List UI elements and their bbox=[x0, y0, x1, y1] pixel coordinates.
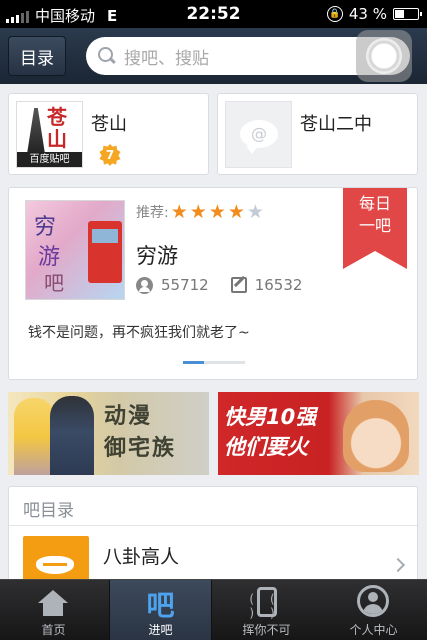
divider bbox=[9, 525, 417, 526]
posts-icon bbox=[230, 277, 247, 293]
tab-home[interactable]: 首页 bbox=[0, 580, 107, 640]
tab-label: 个人中心 bbox=[349, 623, 398, 637]
bus-illustration bbox=[88, 221, 122, 283]
star-icon: ★ bbox=[189, 201, 207, 223]
tab-bar: 首页 吧 进吧 挥你不可 个人中心 bbox=[0, 579, 427, 640]
banner-anime[interactable]: 动漫 御宅族 bbox=[8, 392, 209, 475]
rating-stars: ★ ★ ★ ★ ★ bbox=[170, 201, 264, 223]
chat-bubble-icon: @ bbox=[240, 120, 278, 154]
posts-count: 16532 bbox=[254, 276, 303, 294]
ribbon-line: 每日 bbox=[358, 194, 391, 213]
image-text: 吧 bbox=[44, 271, 64, 295]
anime-boy-illustration bbox=[50, 396, 94, 475]
banner-line: 快男10强 bbox=[224, 405, 317, 429]
members-icon bbox=[136, 276, 153, 294]
star-icon: ★ bbox=[246, 201, 264, 223]
chevron-right-icon bbox=[390, 557, 406, 573]
forum-logo: 苍山 百度贴吧 bbox=[16, 101, 83, 168]
star-icon: ★ bbox=[208, 201, 226, 223]
forum-logo-calligraphy: 苍山 bbox=[47, 105, 67, 151]
assistive-touch-icon bbox=[366, 38, 402, 74]
battery-icon bbox=[393, 8, 422, 20]
banner-text: 快男10强 他们要火 bbox=[224, 402, 316, 462]
anime-girl-illustration bbox=[14, 398, 54, 475]
singer-photo bbox=[343, 400, 409, 472]
forum-logo-caption: 百度贴吧 bbox=[17, 152, 82, 167]
directory-title: 吧目录 bbox=[23, 501, 74, 521]
banner-line: 他们要火 bbox=[224, 435, 308, 459]
search-icon bbox=[98, 47, 116, 65]
recommend-forum-image: 穷 游 吧 bbox=[25, 200, 125, 300]
recommend-label: 推荐: bbox=[136, 205, 169, 221]
rotation-lock-icon: 🔒 bbox=[326, 6, 343, 22]
banner-happy-boys[interactable]: 快男10强 他们要火 bbox=[218, 392, 419, 475]
phone-shake-icon bbox=[242, 587, 298, 620]
banner-line: 动漫 bbox=[104, 403, 153, 429]
daily-recommend-card[interactable]: 穷 游 吧 推荐: ★ ★ ★ ★ ★ 穷游 55712 16532 每日 一吧 钱不是… bbox=[8, 187, 418, 380]
page-indicator-active bbox=[183, 361, 204, 364]
star-icon: ★ bbox=[170, 201, 188, 223]
recommend-rating: 推荐: ★ ★ ★ ★ ★ bbox=[136, 202, 264, 222]
tab-enter-forum[interactable]: 吧 进吧 bbox=[109, 580, 212, 640]
status-bar: 中国移动 E 22:52 🔒 43 % bbox=[0, 0, 427, 28]
battery-fill bbox=[395, 10, 405, 18]
forum-tab-icon: 吧 bbox=[146, 589, 175, 622]
forum-name: 苍山二中 bbox=[300, 114, 372, 135]
directory-button[interactable]: 目录 bbox=[8, 36, 66, 76]
tab-label: 挥你不可 bbox=[242, 623, 291, 637]
status-right: 🔒 43 % bbox=[326, 5, 422, 23]
person-icon bbox=[357, 585, 389, 617]
forum-card-cangshan[interactable]: 苍山 百度贴吧 苍山 7 bbox=[8, 93, 209, 175]
search-placeholder: 搜吧、搜贴 bbox=[124, 48, 209, 69]
image-text: 穷 bbox=[34, 215, 57, 240]
tab-label: 首页 bbox=[41, 623, 66, 637]
members-count: 55712 bbox=[161, 276, 209, 294]
banner-text: 动漫 御宅族 bbox=[104, 400, 176, 464]
recommend-description: 钱不是问题，再不疯狂我们就老了~ bbox=[28, 325, 250, 341]
daily-ribbon: 每日 一吧 bbox=[343, 188, 407, 269]
recommend-stats: 55712 16532 bbox=[136, 276, 302, 294]
star-icon: ★ bbox=[227, 201, 245, 223]
level-badge: 7 bbox=[99, 144, 121, 166]
ribbon-line: 一吧 bbox=[358, 216, 391, 235]
tab-label: 进吧 bbox=[148, 623, 173, 637]
home-icon bbox=[38, 590, 68, 616]
tab-shake[interactable]: 挥你不可 bbox=[213, 580, 320, 640]
page-indicator bbox=[183, 361, 245, 364]
assistive-touch-button[interactable] bbox=[356, 30, 412, 82]
directory-item-name: 八卦高人 bbox=[103, 546, 180, 568]
forum-name: 苍山 bbox=[91, 114, 127, 135]
nav-bar: 目录 搜吧、搜贴 bbox=[0, 28, 427, 84]
forum-logo-placeholder: @ bbox=[225, 101, 292, 168]
pagoda-icon bbox=[27, 108, 45, 154]
forum-card-cangshan-2nd[interactable]: @ 苍山二中 bbox=[217, 93, 418, 175]
tab-profile[interactable]: 个人中心 bbox=[320, 580, 427, 640]
recommend-forum-name: 穷游 bbox=[136, 244, 178, 268]
battery-percent: 43 % bbox=[348, 5, 387, 23]
banner-line: 御宅族 bbox=[104, 435, 177, 461]
